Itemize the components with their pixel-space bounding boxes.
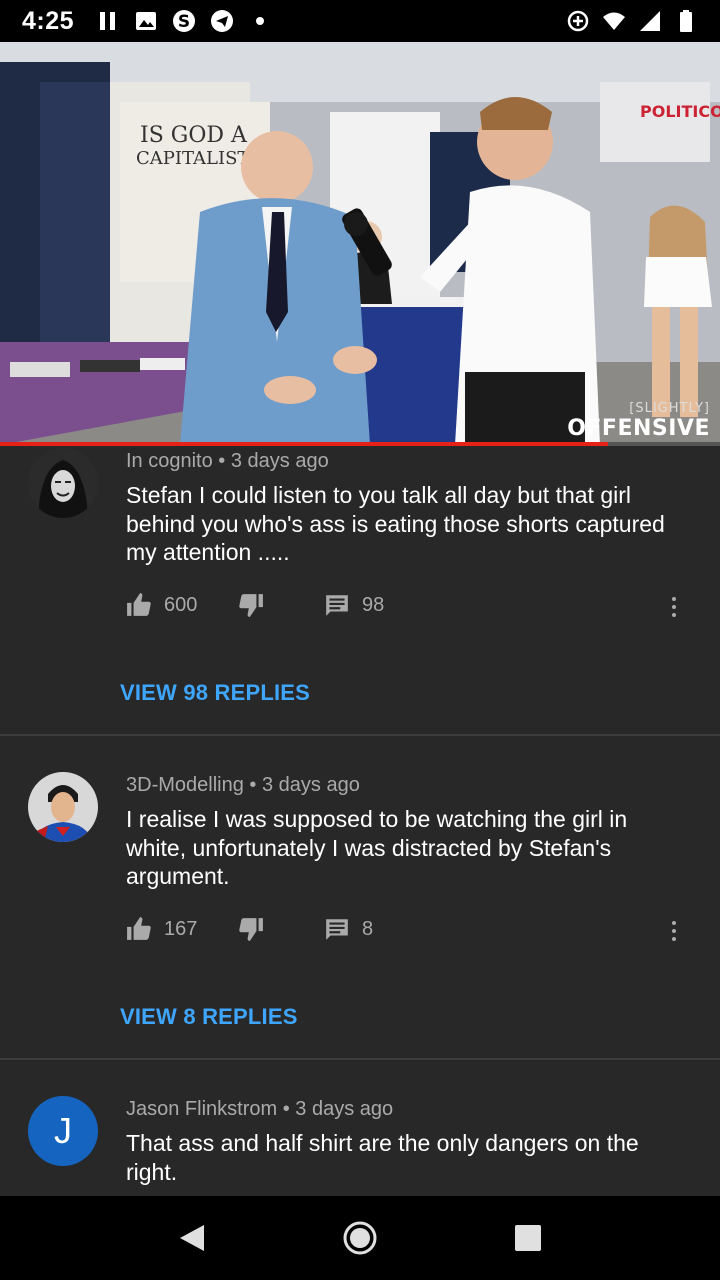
watermark-small: [SLIGHTLY] (629, 401, 710, 416)
comment-text: I realise I was supposed to be watching … (126, 806, 628, 889)
dot-icon (248, 9, 272, 33)
comment-author[interactable]: 3D-Modelling (126, 774, 244, 796)
reply-button[interactable]: 98 (324, 592, 384, 618)
home-icon[interactable] (340, 1218, 380, 1258)
video-frame: IS GOD A CAPITALIST? POLITICON (0, 42, 720, 445)
battery-icon (674, 9, 698, 33)
banner-text: POLITICON (640, 102, 720, 121)
comment-age: 3 days ago (230, 450, 329, 472)
thumbs-down-icon (239, 594, 263, 617)
comment-meta: 3D-Modelling • 3 days ago (126, 774, 360, 796)
avatar[interactable] (28, 448, 98, 518)
comment-actions: 600 98 (126, 592, 706, 622)
comment-text: That ass and half shirt are the only dan… (126, 1130, 639, 1185)
signal-icon (638, 9, 662, 33)
poster-line-1: IS GOD A (140, 123, 248, 148)
like-button[interactable]: 600 (126, 592, 197, 618)
recents-icon[interactable] (508, 1218, 548, 1258)
comment-author[interactable]: Jason Flinkstrom (126, 1098, 277, 1120)
avatar[interactable] (28, 772, 98, 842)
reply-button[interactable]: 8 (324, 916, 373, 942)
thumbs-up-icon (127, 593, 151, 616)
dislike-button[interactable] (238, 916, 264, 942)
like-button[interactable]: 167 (126, 916, 197, 942)
divider (0, 734, 720, 736)
comment-icon (326, 919, 348, 940)
pause-icon (96, 9, 120, 33)
video-player[interactable]: IS GOD A CAPITALIST? POLITICON (0, 42, 720, 445)
like-count: 167 (164, 917, 198, 940)
svg-text:S: S (178, 12, 190, 32)
thumbs-up-icon (127, 917, 151, 940)
thumbs-down-icon (239, 918, 263, 941)
back-icon[interactable] (172, 1218, 212, 1258)
reply-count: 98 (362, 593, 385, 616)
like-count: 600 (164, 593, 198, 616)
channel-watermark: [SLIGHTLY] OFFENSIVE (567, 401, 710, 441)
dislike-button[interactable] (238, 592, 264, 618)
view-replies-link[interactable]: VIEW 8 REPLIES (120, 1004, 298, 1030)
comment-meta: Jason Flinkstrom • 3 days ago (126, 1098, 394, 1120)
avatar[interactable]: J (28, 1096, 98, 1166)
watermark-big: OFFENSIVE (567, 416, 710, 441)
comment-age: 3 days ago (261, 774, 360, 796)
view-replies-link[interactable]: VIEW 98 REPLIES (120, 680, 310, 706)
comment-icon (326, 595, 348, 616)
status-bar: 4:25 S (0, 0, 720, 42)
reply-count: 8 (362, 917, 374, 940)
comments-section[interactable]: In cognito • 3 days ago Stefan I could l… (0, 446, 720, 1196)
comment-age: 3 days ago (295, 1098, 394, 1120)
poster-line-2: CAPITALIST? (136, 148, 259, 169)
status-time: 4:25 (22, 6, 75, 35)
data-saver-icon (566, 9, 590, 33)
skype-icon: S (172, 9, 196, 33)
system-nav-bar (0, 1196, 720, 1280)
comment-meta: In cognito • 3 days ago (126, 450, 329, 472)
telegram-icon (210, 9, 234, 33)
image-icon (134, 9, 158, 33)
wifi-icon (602, 9, 626, 33)
comment-author[interactable]: In cognito (126, 450, 213, 472)
comment-text: Stefan I could listen to you talk all da… (126, 482, 665, 565)
more-options-icon[interactable] (662, 592, 686, 622)
comment-actions: 167 8 (126, 916, 706, 946)
divider (0, 1058, 720, 1060)
more-options-icon[interactable] (662, 916, 686, 946)
